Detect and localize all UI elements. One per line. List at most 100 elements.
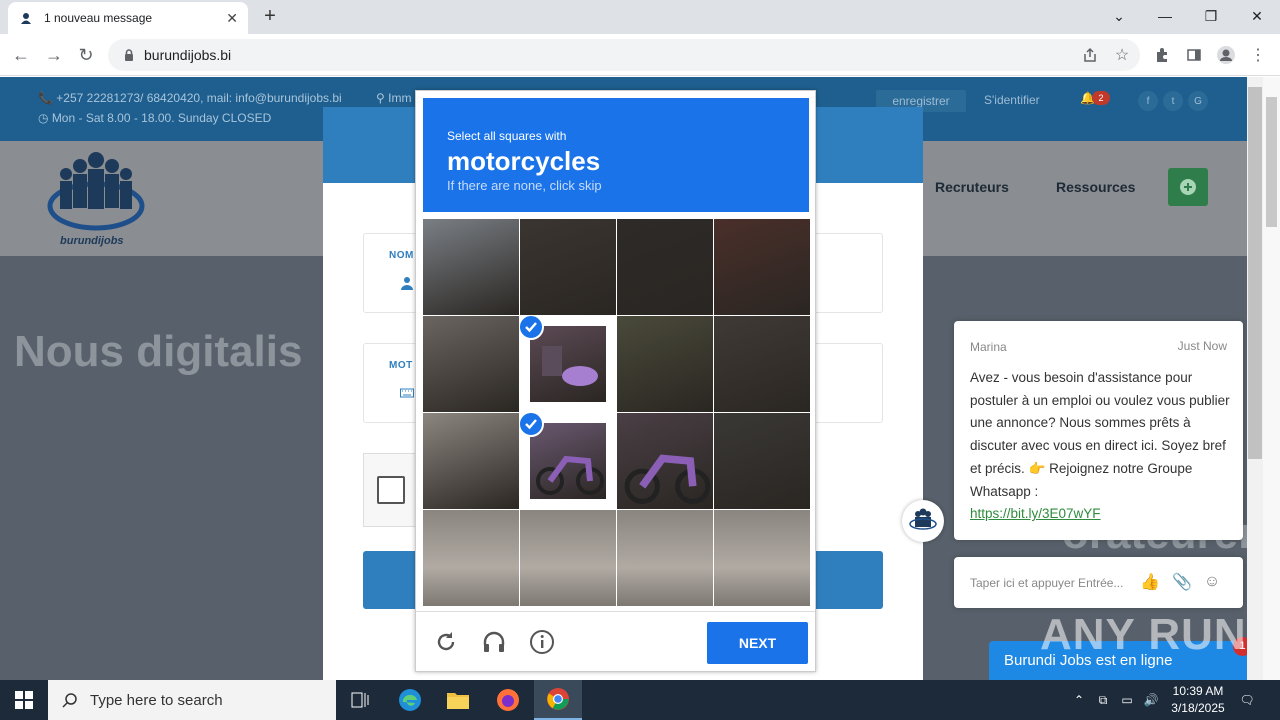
tab-active[interactable]: 1 nouveau message ✕	[8, 2, 248, 34]
task-view-icon[interactable]	[336, 680, 384, 720]
captcha-tile[interactable]	[714, 510, 810, 606]
address-bar[interactable]: burundijobs.bi	[108, 39, 1140, 71]
captcha-tile[interactable]	[714, 219, 810, 315]
taskbar-search[interactable]: Type here to search	[48, 680, 336, 720]
motorcycle-image	[624, 454, 711, 504]
facebook-icon[interactable]: f	[1138, 91, 1158, 111]
chrome-icon[interactable]	[534, 680, 582, 720]
tray-app-icon[interactable]: ⧉	[1094, 690, 1112, 710]
motorcycle-image	[536, 455, 604, 495]
captcha-header: Select all squares with motorcycles If t…	[423, 98, 809, 212]
twitter-icon[interactable]: t	[1163, 91, 1183, 111]
chat-agent-name: Marina	[970, 340, 1007, 354]
captcha-next-button[interactable]: NEXT	[707, 622, 808, 664]
captcha-footer: NEXT	[416, 611, 815, 671]
tab-close-icon[interactable]: ✕	[226, 10, 238, 27]
captcha-tile[interactable]	[423, 413, 519, 509]
lock-icon	[125, 49, 133, 61]
captcha-tile[interactable]	[617, 316, 713, 412]
captcha-image-grid	[423, 219, 810, 606]
add-button[interactable]	[1168, 168, 1208, 206]
tray-overflow-icon[interactable]: ⌃	[1070, 690, 1088, 710]
back-button[interactable]: ←	[9, 43, 33, 67]
captcha-tile-image	[520, 219, 616, 315]
chat-agent-avatar	[902, 500, 944, 542]
login-link[interactable]: S'identifier	[984, 93, 1040, 107]
minimize-button[interactable]: —	[1142, 0, 1188, 32]
thumbs-up-icon[interactable]: 👍	[1140, 572, 1160, 592]
captcha-tile[interactable]	[520, 316, 616, 412]
keyboard-icon	[400, 388, 414, 398]
close-window-button[interactable]: ✕	[1234, 0, 1280, 32]
captcha-target: motorcycles	[447, 146, 601, 176]
captcha-tile-image	[714, 413, 810, 509]
notification-bell[interactable]: 🔔 2	[1080, 91, 1114, 113]
tab-search-icon[interactable]: ⌄	[1096, 0, 1142, 32]
chat-input-placeholder: Taper ici et appuyer Entrée...	[970, 576, 1124, 590]
notification-center-icon[interactable]: 🗨	[1238, 690, 1256, 710]
captcha-tile-image	[714, 316, 810, 412]
forward-button[interactable]: →	[42, 43, 66, 67]
search-icon	[62, 693, 77, 708]
bookmark-star-icon[interactable]: ☆	[1110, 43, 1134, 67]
recaptcha-checkbox[interactable]	[377, 476, 405, 504]
side-panel-icon[interactable]	[1182, 43, 1206, 67]
location-text: ⚲ Imm	[376, 91, 412, 105]
new-tab-button[interactable]: +	[258, 4, 282, 28]
outer-scrollbar[interactable]	[1263, 77, 1280, 680]
nav-ressources[interactable]: Ressources	[1056, 179, 1135, 195]
chat-input-box[interactable]: Taper ici et appuyer Entrée... 👍 📎 ☺	[954, 557, 1243, 608]
emoji-icon[interactable]: ☺	[1202, 572, 1222, 592]
captcha-tile-image	[530, 423, 606, 499]
captcha-tile[interactable]	[423, 219, 519, 315]
captcha-tile[interactable]	[423, 316, 519, 412]
captcha-tile[interactable]	[617, 510, 713, 606]
captcha-tile-image	[617, 510, 713, 606]
start-button[interactable]	[0, 680, 48, 720]
contact-line: 📞 +257 22281273/ 68420420, mail: info@bu…	[38, 91, 342, 105]
volume-icon[interactable]: 🔊	[1142, 690, 1160, 710]
captcha-tile-image	[617, 413, 713, 509]
anyrun-watermark: ANY RUN	[1040, 610, 1247, 659]
captcha-tile[interactable]	[617, 219, 713, 315]
firefox-icon[interactable]	[484, 680, 532, 720]
captcha-tile[interactable]	[520, 510, 616, 606]
audio-challenge-icon[interactable]	[480, 628, 508, 656]
info-icon[interactable]	[528, 628, 556, 656]
taskbar-clock[interactable]: 10:39 AM 3/18/2025	[1160, 683, 1236, 717]
motorcycle-part-image	[542, 346, 598, 386]
captcha-tile[interactable]	[714, 316, 810, 412]
edge-icon[interactable]	[386, 680, 434, 720]
reload-button[interactable]: ↻	[74, 43, 98, 67]
captcha-tile[interactable]	[520, 413, 616, 509]
browser-toolbar: ← → ↻ burundijobs.bi ☆ ⋮	[0, 34, 1280, 76]
captcha-tile-image	[617, 219, 713, 315]
plus-circle-icon	[1180, 179, 1196, 195]
captcha-tile[interactable]	[520, 219, 616, 315]
profile-avatar-icon[interactable]	[1214, 43, 1238, 67]
extensions-icon[interactable]	[1150, 43, 1174, 67]
password-label: MOT	[389, 360, 413, 371]
clock-date: 3/18/2025	[1171, 701, 1225, 715]
page-scrollbar-thumb[interactable]	[1248, 87, 1262, 459]
restore-button[interactable]: ❐	[1188, 0, 1234, 32]
attachment-icon[interactable]: 📎	[1172, 572, 1192, 592]
nav-recruteurs[interactable]: Recruteurs	[935, 179, 1009, 195]
captcha-tile[interactable]	[423, 510, 519, 606]
chat-timestamp: Just Now	[1177, 339, 1227, 353]
network-icon[interactable]: ▭	[1118, 690, 1136, 710]
captcha-tile[interactable]	[714, 413, 810, 509]
google-icon[interactable]: G	[1188, 91, 1208, 111]
file-explorer-icon[interactable]	[434, 680, 482, 720]
logo-text: burundijobs	[60, 235, 124, 247]
share-icon[interactable]	[1078, 43, 1102, 67]
chrome-menu-icon[interactable]: ⋮	[1246, 43, 1270, 67]
tab-title: 1 nouveau message	[44, 11, 153, 25]
captcha-tile-image	[617, 316, 713, 412]
tab-strip: 1 nouveau message ✕ + ⌄ — ❐ ✕	[0, 0, 1280, 34]
captcha-tile[interactable]	[617, 413, 713, 509]
reload-challenge-icon[interactable]	[432, 628, 460, 656]
whatsapp-link[interactable]: https://bit.ly/3E07wYF	[970, 506, 1101, 521]
outer-scrollbar-thumb[interactable]	[1266, 97, 1277, 227]
captcha-challenge: Select all squares with motorcycles If t…	[415, 90, 816, 672]
